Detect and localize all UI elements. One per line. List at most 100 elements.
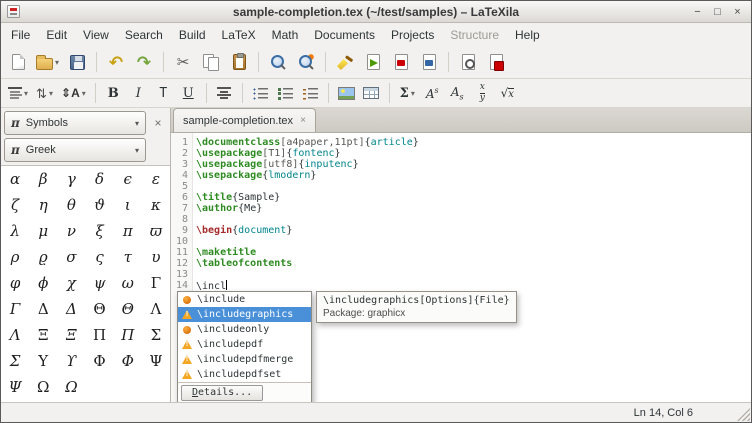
symbol-ξ[interactable]: ξ: [95, 222, 103, 240]
completion-item[interactable]: \includepdfset: [178, 367, 311, 382]
tab-sample-completion[interactable]: sample-completion.tex ×: [173, 108, 316, 132]
close-side-panel-button[interactable]: ×: [149, 116, 167, 130]
math-functions-button[interactable]: Σ▾: [396, 81, 419, 105]
symbol-Π[interactable]: Π: [93, 326, 106, 344]
menu-view[interactable]: View: [75, 25, 117, 45]
description-button[interactable]: [299, 81, 322, 105]
menu-structure[interactable]: Structure: [442, 25, 507, 45]
symbol-π[interactable]: π: [123, 222, 133, 240]
symbol-υ[interactable]: υ: [151, 248, 160, 266]
symbol-Ω[interactable]: Ω: [65, 378, 77, 396]
symbol-Γ[interactable]: Γ: [10, 300, 20, 318]
menu-help[interactable]: Help: [507, 25, 548, 45]
references-button[interactable]: ⇅▾: [33, 81, 56, 105]
symbol-ϱ[interactable]: ϱ: [39, 248, 48, 266]
completion-item[interactable]: \includeonly: [178, 322, 311, 337]
clean-build-files-button[interactable]: [332, 49, 358, 75]
menu-build[interactable]: Build: [171, 25, 214, 45]
compile-pdflatex-button[interactable]: [388, 49, 414, 75]
typewriter-button[interactable]: T: [152, 81, 175, 105]
insert-image-button[interactable]: [335, 81, 358, 105]
paste-button[interactable]: [226, 49, 252, 75]
copy-button[interactable]: [198, 49, 224, 75]
symbol-γ[interactable]: γ: [67, 170, 76, 188]
symbol-β[interactable]: β: [39, 170, 48, 188]
resize-grip[interactable]: [737, 408, 750, 421]
tab-close-icon[interactable]: ×: [300, 115, 306, 126]
symbol-ς[interactable]: ς: [95, 248, 103, 266]
view-pdf-button[interactable]: [483, 49, 509, 75]
compile-latex-button[interactable]: [360, 49, 386, 75]
details-button[interactable]: Details...: [181, 385, 263, 401]
redo-button[interactable]: ↷: [131, 49, 157, 75]
search-replace-button[interactable]: [293, 49, 319, 75]
search-button[interactable]: [265, 49, 291, 75]
symbol-ω[interactable]: ω: [122, 274, 134, 292]
symbol-α[interactable]: α: [10, 170, 20, 188]
fraction-button[interactable]: xy: [471, 81, 494, 105]
symbol-Π[interactable]: Π: [121, 326, 134, 344]
insert-table-button[interactable]: [360, 81, 383, 105]
symbol-χ[interactable]: χ: [67, 274, 76, 292]
symbol-ϑ[interactable]: ϑ: [94, 196, 105, 214]
menu-math[interactable]: Math: [264, 25, 307, 45]
close-button[interactable]: ×: [729, 4, 746, 19]
symbol-τ[interactable]: τ: [124, 248, 132, 266]
side-panel-selector[interactable]: π Symbols ▾: [4, 111, 146, 135]
sections-button[interactable]: ▾: [5, 81, 31, 105]
symbol-ζ[interactable]: ζ: [11, 196, 19, 214]
symbol-ε[interactable]: ε: [152, 170, 160, 188]
symbol-Σ[interactable]: Σ: [151, 326, 162, 344]
menu-projects[interactable]: Projects: [383, 25, 442, 45]
text-editor[interactable]: 1234567891011121314 \documentclass[a4pap…: [171, 133, 751, 402]
symbol-κ[interactable]: κ: [151, 196, 161, 214]
minimize-button[interactable]: −: [689, 4, 706, 19]
symbol-μ[interactable]: μ: [38, 222, 48, 240]
completion-item[interactable]: \include: [178, 292, 311, 307]
symbol-δ[interactable]: δ: [95, 170, 104, 188]
italic-button[interactable]: I: [127, 81, 150, 105]
symbol-Θ[interactable]: Θ: [93, 300, 105, 318]
menu-file[interactable]: File: [3, 25, 38, 45]
symbol-ψ[interactable]: ψ: [94, 274, 106, 292]
maximize-button[interactable]: □: [709, 4, 726, 19]
cut-button[interactable]: ✂: [170, 49, 196, 75]
view-dvi-button[interactable]: [455, 49, 481, 75]
symbol-ρ[interactable]: ρ: [11, 248, 20, 266]
symbol-Ψ[interactable]: Ψ: [149, 352, 162, 370]
menu-documents[interactable]: Documents: [306, 25, 383, 45]
symbol-η[interactable]: η: [39, 196, 48, 214]
superscript-button[interactable]: As: [421, 81, 444, 105]
symbol-Ψ[interactable]: Ψ: [9, 378, 22, 396]
symbol-ν[interactable]: ν: [67, 222, 76, 240]
bold-button[interactable]: B: [102, 81, 125, 105]
symbol-Δ[interactable]: Δ: [66, 300, 77, 318]
symbol-Ω[interactable]: Ω: [37, 378, 49, 396]
symbol-Θ[interactable]: Θ: [122, 300, 134, 318]
titlebar[interactable]: sample-completion.tex (~/test/samples) –…: [1, 1, 751, 23]
convert-dvi-pdf-button[interactable]: [416, 49, 442, 75]
symbol-Λ[interactable]: Λ: [10, 326, 21, 344]
character-size-button[interactable]: ⇕A▾: [58, 81, 89, 105]
symbol-φ[interactable]: φ: [10, 274, 21, 292]
symbol-ϕ[interactable]: ϕ: [38, 274, 48, 292]
symbol-ι[interactable]: ι: [125, 196, 131, 214]
undo-button[interactable]: ↶: [103, 49, 129, 75]
symbol-Φ[interactable]: Φ: [93, 352, 105, 370]
symbol-Ξ[interactable]: Ξ: [38, 326, 49, 344]
symbol-Υ[interactable]: Υ: [38, 352, 48, 370]
menu-edit[interactable]: Edit: [38, 25, 75, 45]
completion-item[interactable]: \includepdf: [178, 337, 311, 352]
symbol-ϖ[interactable]: ϖ: [150, 222, 162, 240]
center-button[interactable]: [213, 81, 236, 105]
symbol-Δ[interactable]: Δ: [38, 300, 49, 318]
symbol-Λ[interactable]: Λ: [150, 300, 161, 318]
symbol-ϒ[interactable]: ϒ: [66, 352, 76, 370]
underline-button[interactable]: U: [177, 81, 200, 105]
sqrt-button[interactable]: √x: [496, 81, 519, 105]
completion-item[interactable]: \includegraphics: [178, 307, 311, 322]
symbol-ϵ[interactable]: ϵ: [124, 170, 132, 188]
completion-item[interactable]: \includepdfmerge: [178, 352, 311, 367]
open-file-button[interactable]: ▾: [33, 49, 62, 75]
symbol-Φ[interactable]: Φ: [122, 352, 134, 370]
